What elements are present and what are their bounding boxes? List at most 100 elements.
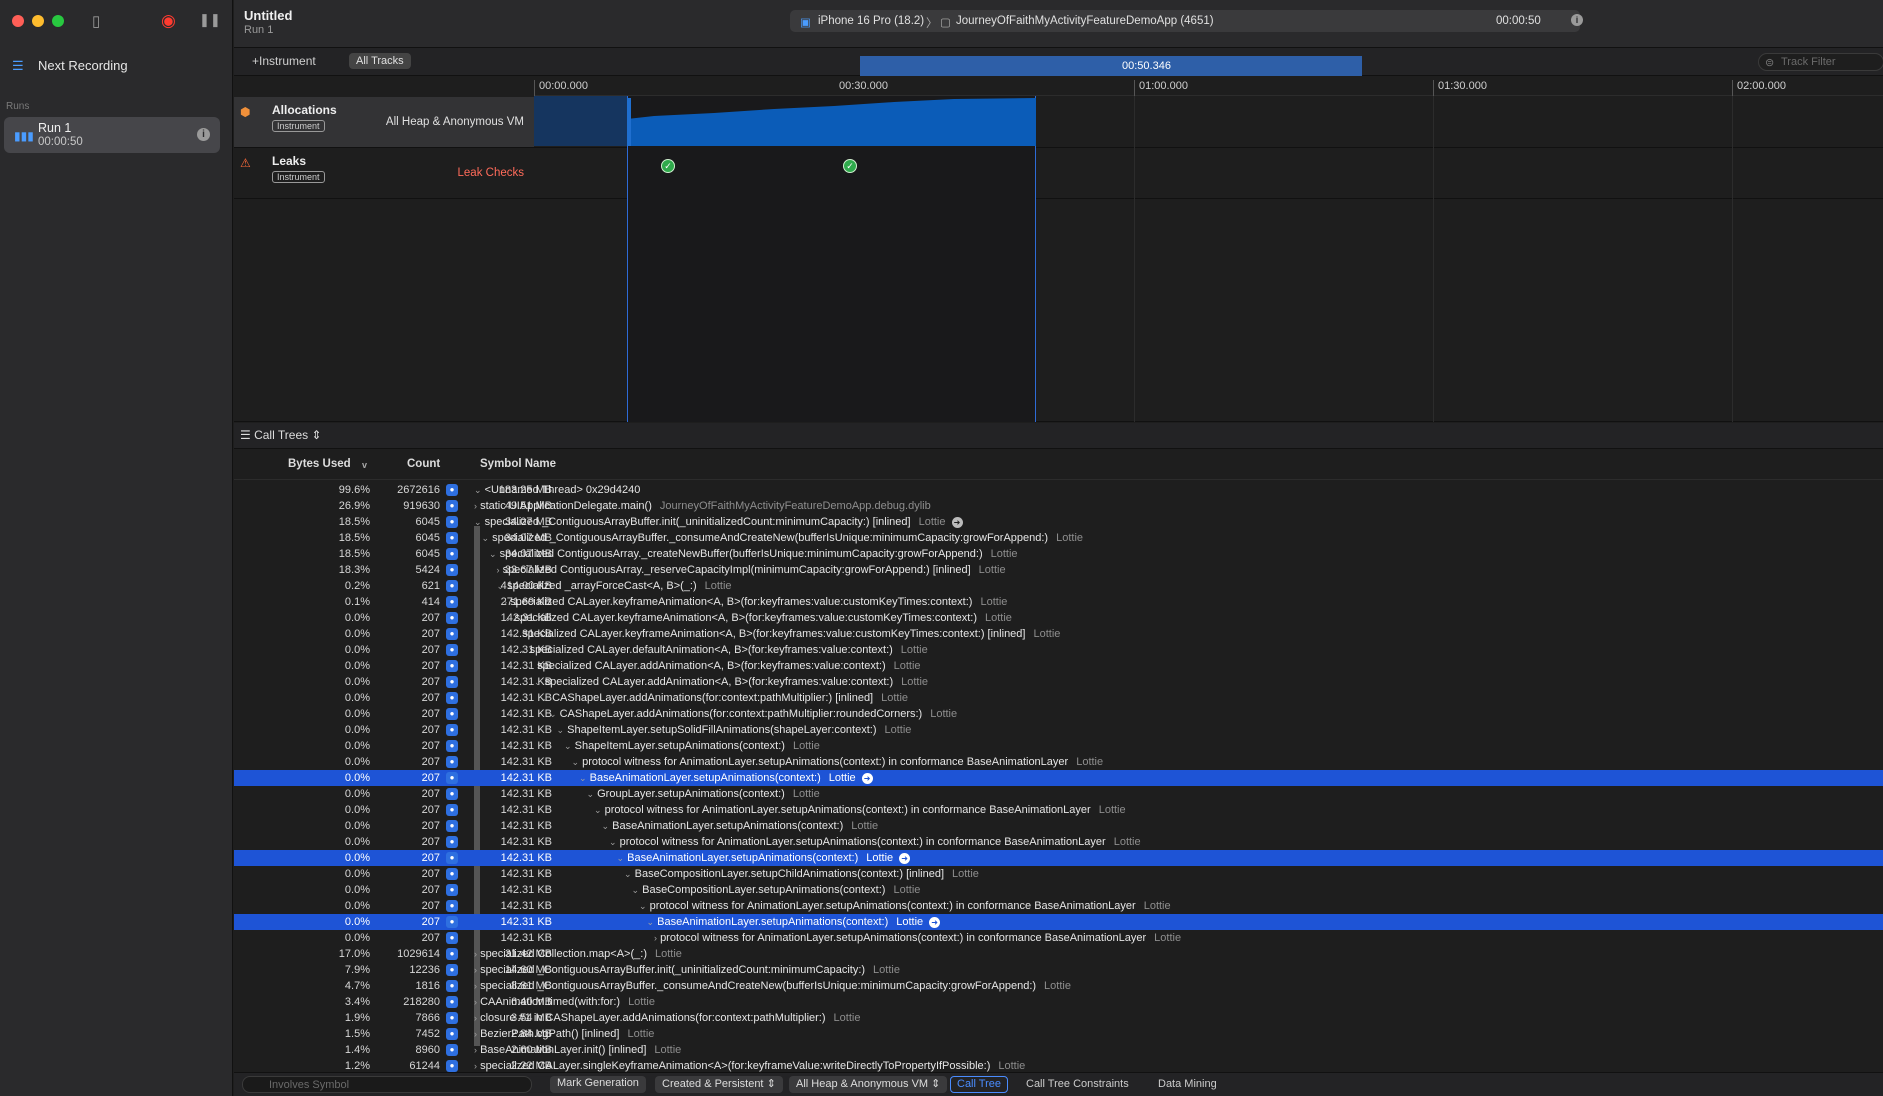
disclosure-collapsed-icon[interactable]: › xyxy=(474,1013,477,1023)
track-detail[interactable]: All Heap & Anonymous VM xyxy=(386,116,524,128)
table-row[interactable]: 142.31 KB 0.0% 207 ● ⌄ protocol witness for … xyxy=(234,898,1883,914)
view-menu[interactable]: ☰ Call Trees ⇕ xyxy=(240,428,322,442)
disclosure-expanded-icon[interactable]: ⌄ xyxy=(609,837,617,847)
table-row[interactable]: 142.31 KB 0.0% 207 ● ⌄ BaseCompositionLayer.… xyxy=(234,882,1883,898)
disclosure-collapsed-icon[interactable]: › xyxy=(474,1061,477,1071)
pause-button-icon[interactable]: ❚❚ xyxy=(199,12,221,28)
table-row[interactable]: 34.07 MB 18.5% 6045 ● ⌄ specialized _Contigu… xyxy=(234,514,1883,530)
table-row[interactable]: 2.60 MB 1.4% 8960 ● › BaseAnimationLayer.ini… xyxy=(234,1042,1883,1058)
track-filter-input[interactable]: ⊜ Track Filter xyxy=(1758,53,1883,71)
table-row[interactable]: 33.67 MB 18.3% 5424 ● › specialized Contiguo… xyxy=(234,562,1883,578)
disclosure-expanded-icon[interactable]: ⌄ xyxy=(624,869,632,879)
disclosure-expanded-icon[interactable]: ⌄ xyxy=(519,645,527,655)
disclosure-collapsed-icon[interactable]: › xyxy=(474,1045,477,1055)
close-window-button[interactable] xyxy=(12,15,24,27)
disclosure-collapsed-icon[interactable]: › xyxy=(474,981,477,991)
column-header-symbol[interactable]: Symbol Name xyxy=(480,458,556,470)
zoom-window-button[interactable] xyxy=(52,15,64,27)
disclosure-collapsed-icon[interactable]: › xyxy=(474,501,477,511)
all-tracks-button[interactable]: All Tracks xyxy=(349,53,411,69)
run-list-item[interactable]: ▮▮▮ Run 1 00:00:50 i xyxy=(4,117,220,153)
disclosure-expanded-icon[interactable]: ⌄ xyxy=(542,693,550,703)
table-row[interactable]: 142.31 KB 0.0% 207 ● ⌄ protocol witness for … xyxy=(234,802,1883,818)
table-row[interactable]: 34.07 MB 18.5% 6045 ● ⌄ specialized _Contigu… xyxy=(234,530,1883,546)
table-row[interactable]: 142.31 KB 0.0% 207 ● ⌄ CAShapeLayer.addAnima… xyxy=(234,706,1883,722)
table-row[interactable]: 3.54 MB 1.9% 7866 ● › closure #1 in CAShapeL… xyxy=(234,1010,1883,1026)
table-row[interactable]: 142.31 KB 0.0% 207 ● › protocol witness for … xyxy=(234,930,1883,946)
table-row[interactable]: 31.42 MB 17.0% 1029614 ● › specialized Colle… xyxy=(234,946,1883,962)
disclosure-expanded-icon[interactable]: ⌄ xyxy=(639,901,647,911)
disclosure-expanded-icon[interactable]: ⌄ xyxy=(587,789,595,799)
table-row[interactable]: 142.31 KB 0.0% 207 ● ⌄ specialized CALayer.d… xyxy=(234,642,1883,658)
disclosure-expanded-icon[interactable]: ⌄ xyxy=(564,741,572,751)
go-arrow-icon[interactable]: ➜ xyxy=(899,853,911,864)
go-arrow-icon[interactable]: ➜ xyxy=(951,517,963,528)
table-row[interactable]: 142.31 KB 0.0% 207 ● ⌄ BaseCompositionLayer.… xyxy=(234,866,1883,882)
disclosure-expanded-icon[interactable]: ⌄ xyxy=(549,709,557,719)
disclosure-expanded-icon[interactable]: ⌄ xyxy=(534,677,542,687)
disclosure-expanded-icon[interactable]: ⌄ xyxy=(647,917,655,927)
table-row[interactable]: 49.51 MB 26.9% 919630 ● › static UIApplicati… xyxy=(234,498,1883,514)
table-row[interactable]: 142.31 KB 0.0% 207 ● ⌄ ShapeItemLayer.setupS… xyxy=(234,722,1883,738)
disclosure-expanded-icon[interactable]: ⌄ xyxy=(557,725,565,735)
table-row[interactable]: 271.69 KB 0.1% 414 ● › specialized CALayer.k… xyxy=(234,594,1883,610)
table-row[interactable]: 142.31 KB 0.0% 207 ● ⌄ specialized CALayer.a… xyxy=(234,658,1883,674)
leak-check-passed-icon[interactable]: ✓ xyxy=(843,159,857,173)
table-row[interactable]: 142.31 KB 0.0% 207 ● ⌄ BaseAnimationLayer.se… xyxy=(234,818,1883,834)
disclosure-expanded-icon[interactable]: ⌄ xyxy=(602,821,610,831)
disclosure-collapsed-icon[interactable]: › xyxy=(474,997,477,1007)
minimize-window-button[interactable] xyxy=(32,15,44,27)
disclosure-expanded-icon[interactable]: ⌄ xyxy=(579,773,587,783)
tab-call-tree-constraints[interactable]: Call Tree Constraints xyxy=(1026,1078,1129,1090)
column-header-bytes[interactable]: Bytes Used xyxy=(288,458,351,470)
sidebar-toggle-icon[interactable]: ▯ xyxy=(92,12,100,30)
track-detail[interactable]: Leak Checks xyxy=(458,167,524,179)
disclosure-expanded-icon[interactable]: ⌄ xyxy=(594,805,602,815)
timeline[interactable]: ✓ ✓ xyxy=(534,96,1883,422)
table-row[interactable]: 2.84 MB 1.5% 7452 ● › BezierPath.cgPath() [i… xyxy=(234,1026,1883,1042)
table-row[interactable]: 142.31 KB 0.0% 207 ● ⌄ GroupLayer.setupAnima… xyxy=(234,786,1883,802)
disclosure-expanded-icon[interactable]: ⌄ xyxy=(572,757,580,767)
disclosure-expanded-icon[interactable]: ⌄ xyxy=(504,613,512,623)
disclosure-expanded-icon[interactable]: ⌄ xyxy=(512,629,520,639)
table-row[interactable]: 414.00 KB 0.2% 621 ● ⌄ specialized _arrayFor… xyxy=(234,578,1883,594)
table-row[interactable]: 142.31 KB 0.0% 207 ● ⌄ protocol witness for … xyxy=(234,834,1883,850)
table-row[interactable]: 142.31 KB 0.0% 207 ● ⌄ ShapeItemLayer.setupA… xyxy=(234,738,1883,754)
leak-check-passed-icon[interactable]: ✓ xyxy=(661,159,675,173)
table-row[interactable]: 142.31 KB 0.0% 207 ● ⌄ specialized CALayer.k… xyxy=(234,610,1883,626)
mark-generation-button[interactable]: Mark Generation xyxy=(550,1076,646,1093)
target-selector[interactable]: ▣ iPhone 16 Pro (18.2) 〉 ▢ JourneyOfFait… xyxy=(790,10,1580,32)
go-arrow-icon[interactable]: ➜ xyxy=(861,773,873,784)
tab-data-mining[interactable]: Data Mining xyxy=(1158,1078,1217,1090)
disclosure-collapsed-icon[interactable]: › xyxy=(474,949,477,959)
next-recording-item[interactable]: ☰ Next Recording xyxy=(12,58,128,74)
disclosure-collapsed-icon[interactable]: › xyxy=(504,597,507,607)
allocation-type-select[interactable]: All Heap & Anonymous VM ⇕ xyxy=(789,1076,948,1093)
involves-symbol-input[interactable]: Involves Symbol xyxy=(242,1076,532,1093)
table-row[interactable]: 142.31 KB 0.0% 207 ● ⌄ BaseAnimationLayer.se… xyxy=(234,914,1883,930)
add-instrument-button[interactable]: +Instrument xyxy=(252,54,316,68)
info-icon[interactable]: i xyxy=(197,128,210,141)
lifespan-select[interactable]: Created & Persistent ⇕ xyxy=(655,1076,783,1093)
info-icon[interactable]: i xyxy=(1571,14,1583,26)
go-arrow-icon[interactable]: ➜ xyxy=(929,917,941,928)
table-row[interactable]: 142.31 KB 0.0% 207 ● ⌄ specialized CALayer.k… xyxy=(234,626,1883,642)
disclosure-collapsed-icon[interactable]: › xyxy=(497,565,500,575)
table-row[interactable]: 183.25 MB 99.6% 2672616 ● ⌄ <Unnamed Thread>… xyxy=(234,482,1883,498)
disclosure-expanded-icon[interactable]: ⌄ xyxy=(497,581,505,591)
table-row[interactable]: 34.07 MB 18.5% 6045 ● ⌄ specialized Contiguo… xyxy=(234,546,1883,562)
table-row[interactable]: 8.81 MB 4.7% 1816 ● › specialized _Contiguou… xyxy=(234,978,1883,994)
disclosure-expanded-icon[interactable]: ⌄ xyxy=(632,885,640,895)
call-tree-table[interactable]: 183.25 MB 99.6% 2672616 ● ⌄ <Unnamed Thread>… xyxy=(234,482,1883,1072)
disclosure-expanded-icon[interactable]: ⌄ xyxy=(482,533,490,543)
disclosure-collapsed-icon[interactable]: › xyxy=(474,1029,477,1039)
table-row[interactable]: 142.31 KB 0.0% 207 ● ⌄ specialized CALayer.a… xyxy=(234,674,1883,690)
disclosure-expanded-icon[interactable]: ⌄ xyxy=(527,661,535,671)
time-ruler[interactable]: 00:50.346 00:00.000 00:30.000 01:00.000 … xyxy=(534,56,1883,96)
disclosure-expanded-icon[interactable]: ⌄ xyxy=(489,549,497,559)
column-header-count[interactable]: Count xyxy=(407,458,440,470)
selection-range[interactable]: 00:50.346 xyxy=(860,56,1362,76)
table-row[interactable]: 2.22 MB 1.2% 61244 ● › specialized CALayer.s… xyxy=(234,1058,1883,1072)
table-row[interactable]: 142.31 KB 0.0% 207 ● ⌄ BaseAnimationLayer.se… xyxy=(234,770,1883,786)
disclosure-collapsed-icon[interactable]: › xyxy=(474,965,477,975)
